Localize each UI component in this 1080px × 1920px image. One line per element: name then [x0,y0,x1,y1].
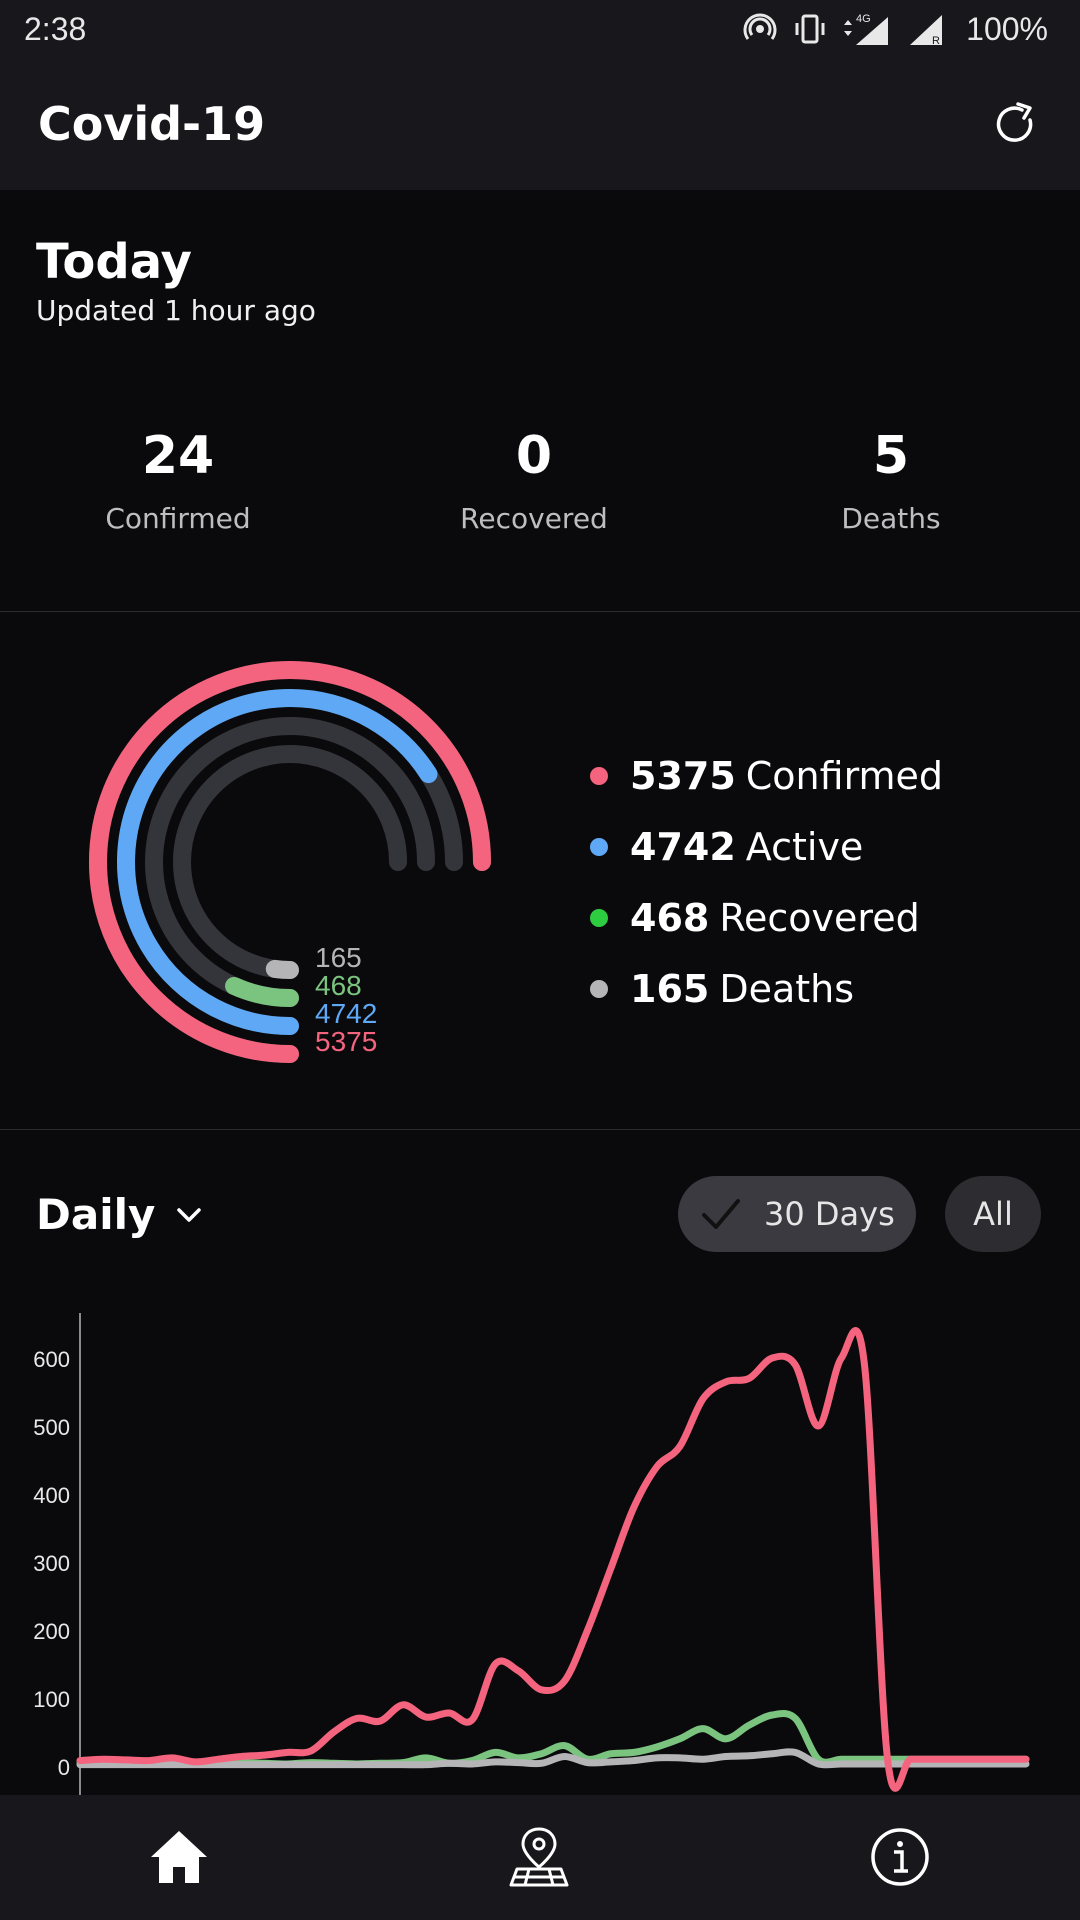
battery-level: 100% [966,10,1048,47]
ring-label: 468 [315,970,362,1001]
signal-4g-icon: 4G [844,13,889,45]
info-icon [871,1828,929,1886]
stat-value: 0 [515,426,553,486]
legend-item-recovered: 468 Recovered [590,882,943,953]
ring-track [173,745,407,979]
nav-home[interactable] [139,1817,219,1897]
stat-recovered: 0 Recovered [384,426,684,535]
ring-arc [225,976,299,1007]
signal-roaming-icon: R [910,15,943,47]
app-title: Covid-19 [38,97,266,151]
y-tick-label: 0 [58,1755,70,1780]
updated-text: Updated 1 hour ago [36,294,316,327]
daily-section: Daily 30 Days All 0 100 200 300 400 500 600 [0,1130,1080,1795]
refresh-icon [996,102,1033,142]
stat-deaths: 5 Deaths [741,426,1041,535]
legend-label: Deaths [719,966,855,1011]
refresh-button[interactable] [984,92,1048,156]
nav-map[interactable] [499,1817,579,1897]
ring-label: 4742 [315,998,377,1029]
legend-item-active: 4742 Active [590,811,943,882]
legend-value: 4742 [630,824,736,869]
ring-track [145,717,435,1007]
y-tick-label: 200 [33,1619,70,1644]
stat-label: Deaths [841,502,941,535]
legend-value: 5375 [630,753,736,798]
status-icons: 4G R 100% [742,11,1048,48]
home-icon [151,1831,207,1883]
stat-label: Recovered [460,502,608,535]
legend-dot [590,979,608,998]
today-title: Today [36,234,192,290]
svg-text:4G: 4G [856,13,871,25]
status-time: 2:38 [24,10,87,47]
y-tick-label: 100 [33,1687,70,1712]
daily-line-chart: 0 100 200 300 400 500 600 [33,1313,1030,1795]
legend-label: Recovered [719,895,920,940]
legend-dot [590,908,608,927]
nav-info[interactable] [860,1817,940,1897]
stat-value: 5 [872,426,910,486]
svg-text:R: R [932,35,940,47]
ring-arc [265,959,299,979]
summary-section: 5375 4742 468 165 5375 Confirmed 4742 Activ… [0,612,1080,1130]
stat-confirmed: 24 Confirmed [28,426,328,535]
legend-item-confirmed: 5375 Confirmed [590,740,943,811]
legend-label: Confirmed [745,753,944,798]
y-tick-label: 400 [33,1483,70,1508]
legend-item-deaths: 165 Deaths [590,953,943,1024]
legend-dot [590,766,608,785]
legend-dot [590,837,608,856]
legend-value: 468 [630,895,710,940]
map-icon [509,1827,569,1887]
vibrate-icon [795,14,825,44]
ring-label: 5375 [315,1026,377,1057]
legend-value: 165 [630,966,710,1011]
hotspot-icon [743,13,777,40]
y-tick-label: 600 [33,1347,70,1372]
legend: 5375 Confirmed 4742 Active 468 Recovered… [590,740,943,1024]
stat-label: Confirmed [105,502,251,535]
stat-value: 24 [141,426,215,486]
y-tick-label: 500 [33,1415,70,1440]
y-tick-label: 300 [33,1551,70,1576]
status-bar: 2:38 4G R 100% [0,0,1080,58]
today-section: Today Updated 1 hour ago 24 Confirmed 0 … [0,190,1080,612]
ring-label: 165 [315,942,362,973]
bottom-nav [0,1795,1080,1920]
series-line [76,1327,1030,1792]
app-bar: Covid-19 [0,58,1080,190]
legend-label: Active [745,824,864,869]
ring-chart: 53754742468165 [89,661,491,1063]
